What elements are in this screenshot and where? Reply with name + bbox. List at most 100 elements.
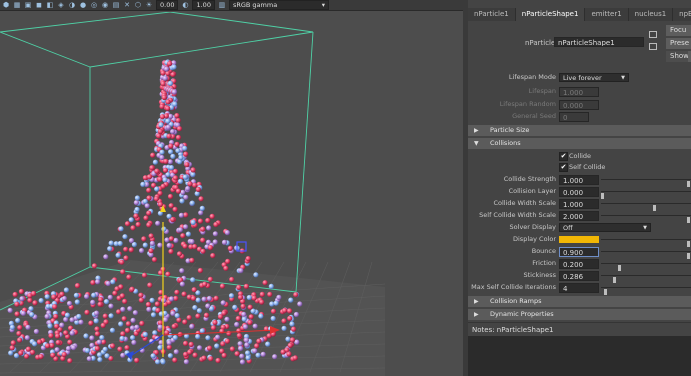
section-collisions[interactable]: ▼ Collisions: [468, 138, 691, 149]
particle: [175, 134, 182, 141]
particle: [205, 335, 211, 341]
stickiness-field[interactable]: 0.286: [559, 271, 599, 281]
grid-icon[interactable]: ▦: [13, 1, 21, 9]
particle: [121, 316, 127, 322]
lights-icon[interactable]: ◈: [57, 1, 65, 9]
self-collide-width-scale-slider[interactable]: [601, 215, 691, 223]
self-collide-width-scale-field[interactable]: 2.000: [559, 211, 599, 221]
tab-emitter1[interactable]: emitter1: [585, 8, 629, 21]
section-dynamic-properties[interactable]: ▶ Dynamic Properties: [468, 309, 691, 320]
tab-nucleus1[interactable]: nucleus1: [628, 8, 674, 21]
show-button[interactable]: Show: [666, 51, 689, 62]
particle: [149, 297, 155, 303]
viewport-panel[interactable]: ⬢ ▦ ▣ ◼ ◧ ◈ ◑ ● ◎ ◉ ▤ ✕ ⬡ ☀ 0.00 ◐ 1.00 …: [0, 0, 463, 376]
node-name-field[interactable]: nParticleShape1: [554, 37, 644, 47]
particle: [161, 94, 167, 101]
shadows-icon[interactable]: ◑: [68, 1, 76, 9]
tab-nparticleshape1[interactable]: nParticleShape1: [515, 8, 586, 21]
particle: [248, 314, 254, 320]
general-seed-field: 0: [559, 112, 589, 122]
max-self-collide-iterations-slider[interactable]: [601, 287, 691, 295]
particle: [125, 321, 131, 327]
collide-width-scale-field[interactable]: 1.000: [559, 199, 599, 209]
exposure-icon[interactable]: ☀: [145, 1, 153, 9]
textured-icon[interactable]: ◧: [46, 1, 54, 9]
particle: [238, 345, 244, 352]
tab-npballsblinn[interactable]: npBallsBlinn: [673, 8, 691, 21]
gamma-icon[interactable]: ◐: [181, 1, 189, 9]
camera-icon[interactable]: ⬢: [2, 1, 10, 9]
attribute-scroll-area[interactable]: Lifespan Mode Live forever ▼ Lifespan 1.0…: [468, 68, 691, 321]
input-connection-icon[interactable]: [649, 31, 657, 38]
collide-width-scale-slider[interactable]: [601, 203, 691, 211]
presets-button[interactable]: Prese: [666, 38, 691, 49]
collide-strength-field[interactable]: 1.000: [559, 175, 599, 185]
chevron-down-icon: ▾: [321, 1, 325, 9]
particle: [94, 326, 100, 332]
particle: [88, 320, 94, 326]
collision-layer-field[interactable]: 0.000: [559, 187, 599, 197]
particle: [108, 313, 114, 319]
color-management-icon[interactable]: ▥: [218, 1, 226, 9]
max-self-collide-iterations-field[interactable]: 4: [559, 283, 599, 293]
ambient-occlusion-icon[interactable]: ●: [79, 1, 87, 9]
friction-field[interactable]: 0.200: [559, 259, 599, 269]
particle: [115, 252, 121, 258]
tab-nparticle1[interactable]: nParticle1: [468, 8, 516, 21]
particle: [172, 101, 178, 107]
anti-alias-icon[interactable]: ◉: [101, 1, 109, 9]
particle: [67, 339, 73, 345]
gamma-field[interactable]: 1.00: [192, 0, 215, 10]
particle: [220, 341, 226, 347]
display-color-slider[interactable]: [601, 239, 691, 247]
slider-knob[interactable]: [604, 289, 607, 295]
colorspace-dropdown[interactable]: sRGB gamma ▾: [228, 0, 329, 10]
joints-xray-icon[interactable]: ⬡: [134, 1, 142, 9]
particle: [110, 279, 116, 285]
output-connection-icon[interactable]: [649, 43, 657, 50]
particle: [167, 80, 173, 86]
particle: [18, 350, 24, 356]
xray-icon[interactable]: ✕: [123, 1, 131, 9]
collide-strength-slider[interactable]: [601, 179, 691, 187]
solver-display-value: Off: [563, 224, 573, 232]
bounce-field[interactable]: 0.900: [559, 247, 599, 257]
particle: [192, 305, 198, 311]
particle: [84, 309, 90, 315]
lifespan-mode-dropdown[interactable]: Live forever ▼: [559, 73, 629, 82]
friction-slider[interactable]: [601, 263, 691, 271]
particle: [152, 159, 158, 165]
particle: [48, 333, 54, 339]
stickiness-slider[interactable]: [601, 275, 691, 283]
stickiness-row: Stickiness 0.286: [468, 270, 691, 283]
display-color-swatch[interactable]: [559, 236, 599, 243]
collision-layer-slider[interactable]: [601, 191, 691, 199]
particle: [172, 206, 178, 212]
particle: [162, 317, 169, 323]
collide-checkbox[interactable]: ✔: [559, 152, 568, 161]
lifespan-row: Lifespan 1.000: [468, 86, 691, 97]
shaded-icon[interactable]: ◼: [35, 1, 43, 9]
particle: [181, 291, 187, 297]
particle: [252, 323, 258, 329]
particle: [190, 295, 197, 301]
section-particle-size[interactable]: ▶ Particle Size: [468, 125, 691, 136]
isolate-icon[interactable]: ▤: [112, 1, 120, 9]
focus-button[interactable]: Focu: [666, 25, 691, 36]
particle: [188, 341, 194, 347]
particle: [138, 292, 144, 298]
solver-display-dropdown[interactable]: Off ▼: [559, 223, 651, 232]
scene-view[interactable]: [0, 12, 463, 376]
wireframe-icon[interactable]: ▣: [24, 1, 32, 9]
particle: [134, 324, 140, 330]
particle: [90, 299, 96, 305]
bounce-slider[interactable]: [601, 251, 691, 259]
exposure-field[interactable]: 0.00: [156, 0, 179, 10]
section-collision-ramps[interactable]: ▶ Collision Ramps: [468, 296, 691, 307]
particle: [146, 174, 153, 180]
particle: [251, 295, 257, 301]
notes-textarea[interactable]: [468, 336, 691, 376]
motion-blur-icon[interactable]: ◎: [90, 1, 98, 9]
particle: [228, 293, 235, 299]
self-collide-checkbox[interactable]: ✔: [559, 163, 568, 172]
